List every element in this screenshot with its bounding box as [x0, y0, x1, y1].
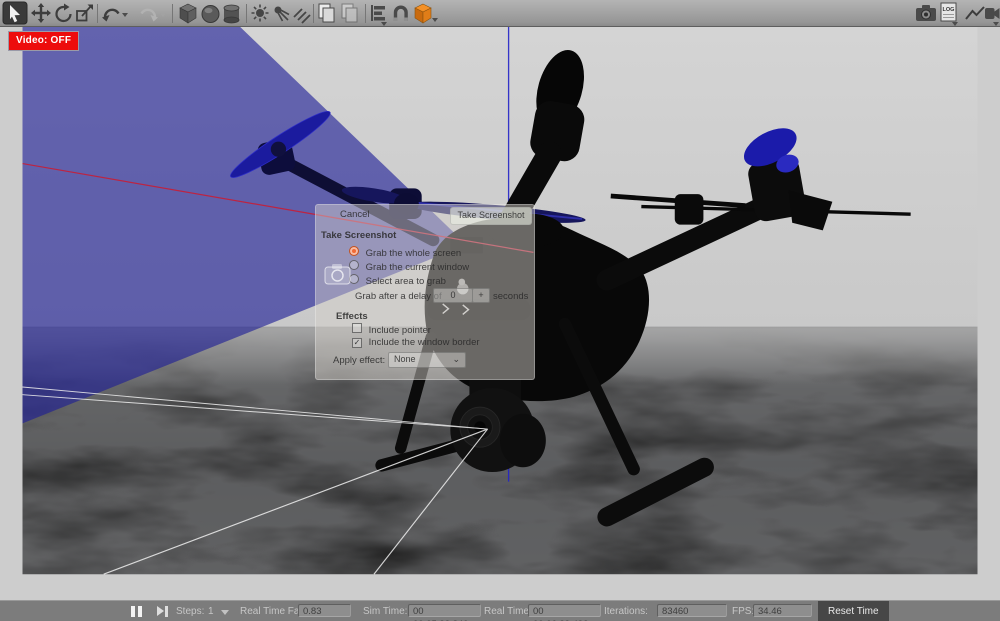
copy-icon[interactable] — [319, 4, 334, 22]
screenshot-dialog: Cancel Take Screenshot Take Screenshot G… — [315, 204, 535, 380]
toolbar: LOG — [0, 0, 1000, 27]
effects-title: Effects — [336, 311, 368, 322]
rotate-tool-icon[interactable] — [57, 4, 71, 21]
undo-icon[interactable] — [102, 10, 119, 22]
insert-box-icon[interactable] — [180, 4, 196, 23]
delay-label: Grab after a delay of — [355, 291, 442, 302]
dialog-section-title: Take Screenshot — [321, 230, 396, 241]
render-viewport[interactable]: Video: OFF Cancel Take Screenshot Take S… — [0, 27, 1000, 600]
cancel-button[interactable]: Cancel — [340, 209, 370, 220]
log-recorder-icon[interactable]: LOG — [941, 3, 958, 26]
checkbox[interactable] — [352, 323, 362, 333]
point-light-icon[interactable] — [252, 5, 269, 22]
take-screenshot-button[interactable]: Take Screenshot — [450, 207, 532, 225]
scale-tool-icon[interactable] — [77, 5, 93, 21]
steps-label: Steps: — [176, 606, 204, 617]
translate-tool-icon[interactable] — [31, 3, 51, 23]
dialog-camera-icon — [324, 262, 352, 286]
spot-light-icon[interactable] — [275, 7, 290, 22]
select-tool-icon[interactable] — [3, 2, 27, 24]
radio-select-area[interactable]: Select area to grab — [349, 274, 446, 287]
screenshot-camera-icon[interactable] — [916, 5, 936, 21]
apply-effect-label: Apply effect: — [333, 355, 385, 366]
pause-button[interactable] — [131, 606, 143, 617]
iterations-label: Iterations: — [604, 606, 648, 617]
paste-icon — [342, 4, 357, 22]
iterations-value: 83460 — [657, 604, 727, 617]
view-angle-icon[interactable] — [415, 4, 431, 23]
delay-suffix: seconds — [493, 291, 528, 302]
directional-light-icon[interactable] — [294, 9, 310, 23]
apply-effect-dropdown[interactable]: None ⌄ — [388, 352, 466, 368]
delay-spinbox[interactable]: 0 — [433, 288, 473, 303]
record-video-icon[interactable] — [985, 8, 1000, 26]
radio-current-window[interactable]: Grab the current window — [349, 260, 469, 273]
fps-value: 34.46 — [753, 604, 812, 617]
checkbox-include-border[interactable]: ✓ Include the window border — [352, 337, 480, 348]
real-time-value: 00 00:06:29.492 — [528, 604, 601, 617]
insert-sphere-icon[interactable] — [202, 6, 219, 23]
sim-time-label: Sim Time: — [363, 606, 407, 617]
view-angle-caret[interactable] — [432, 18, 438, 22]
plot-icon[interactable] — [966, 7, 984, 19]
step-icon-bar — [165, 606, 168, 617]
checkbox-checked[interactable]: ✓ — [352, 338, 362, 348]
toolbar-icons: LOG — [0, 0, 1000, 26]
radio-dot-selected[interactable] — [349, 246, 359, 256]
insert-cylinder-icon[interactable] — [224, 5, 239, 23]
svg-text:LOG: LOG — [943, 7, 955, 13]
dropdown-caret-icon: ⌄ — [452, 353, 460, 366]
simulation-statusbar: Steps: 1 Real Time Factor: 0.83 Sim Time… — [0, 600, 1000, 621]
video-status-badge: Video: OFF — [8, 31, 79, 51]
fps-label: FPS: — [732, 606, 754, 617]
step-button[interactable] — [157, 606, 169, 617]
radio-whole-screen[interactable]: Grab the whole screen — [349, 246, 461, 259]
delay-plus-button[interactable]: + — [472, 288, 490, 303]
snap-magnet-icon[interactable] — [394, 7, 408, 21]
step-icon — [157, 606, 164, 616]
redo-dropdown-caret — [160, 13, 166, 17]
undo-dropdown-caret[interactable] — [122, 13, 128, 17]
reset-time-button[interactable]: Reset Time — [818, 601, 889, 621]
steps-value[interactable]: 1 — [208, 606, 214, 617]
gazebo-window: LOG — [0, 0, 1000, 621]
redo-icon — [142, 10, 159, 22]
rtf-value: 0.83 — [298, 604, 351, 617]
steps-dropdown-caret[interactable] — [221, 610, 229, 615]
align-tool-icon[interactable] — [372, 5, 387, 26]
real-time-label: Real Time: — [484, 606, 532, 617]
sim-time-value: 00 00:05:33.840 — [408, 604, 481, 617]
checkbox-include-pointer[interactable]: Include pointer — [352, 323, 431, 336]
